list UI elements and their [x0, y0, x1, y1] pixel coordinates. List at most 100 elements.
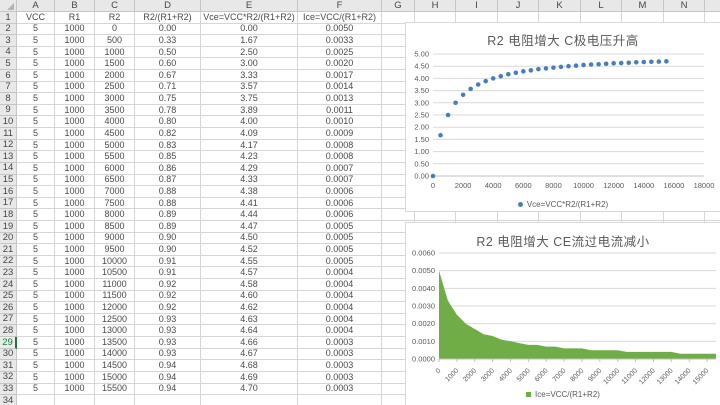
cell-B31[interactable]: 1000: [55, 360, 95, 372]
cell-A33[interactable]: 5: [17, 384, 55, 396]
cell-B6[interactable]: 1000: [55, 70, 95, 82]
cell-B24[interactable]: 1000: [55, 279, 95, 291]
cell-E31[interactable]: 4.68: [201, 360, 298, 372]
cell-C12[interactable]: 5000: [95, 140, 135, 152]
cell-C24[interactable]: 11000: [95, 279, 135, 291]
cell-B2[interactable]: 1000: [55, 24, 95, 36]
column-header-N[interactable]: N: [664, 0, 705, 12]
cell-F4[interactable]: 0.0025: [298, 47, 382, 59]
cell-E16[interactable]: 4.38: [201, 186, 298, 198]
cell-C7[interactable]: 2500: [95, 82, 135, 94]
cell-D25[interactable]: 0.92: [135, 291, 201, 303]
cell-D29[interactable]: 0.93: [135, 337, 201, 349]
cell-D19[interactable]: 0.89: [135, 221, 201, 233]
cell-C2[interactable]: 0: [95, 24, 135, 36]
row-header-33[interactable]: 33: [0, 384, 17, 396]
cell-C29[interactable]: 13500: [95, 337, 135, 349]
cell-F25[interactable]: 0.0004: [298, 291, 382, 303]
cell-F6[interactable]: 0.0017: [298, 70, 382, 82]
cell-A30[interactable]: 5: [17, 349, 55, 361]
row-header-30[interactable]: 30: [0, 349, 17, 361]
cell-A25[interactable]: 5: [17, 291, 55, 303]
cell-A12[interactable]: 5: [17, 140, 55, 152]
cell-E33[interactable]: 4.70: [201, 384, 298, 396]
cell-D22[interactable]: 0.91: [135, 256, 201, 268]
cell-A2[interactable]: 5: [17, 24, 55, 36]
cell-A5[interactable]: 5: [17, 58, 55, 70]
cell-D18[interactable]: 0.89: [135, 209, 201, 221]
cell-D28[interactable]: 0.93: [135, 325, 201, 337]
cell-E29[interactable]: 4.66: [201, 337, 298, 349]
cell-F27[interactable]: 0.0004: [298, 314, 382, 326]
column-header-A[interactable]: A: [17, 0, 55, 12]
cell-F26[interactable]: 0.0004: [298, 302, 382, 314]
cell-A1[interactable]: VCC: [17, 12, 55, 24]
cell-E25[interactable]: 4.60: [201, 291, 298, 303]
cell-F19[interactable]: 0.0005: [298, 221, 382, 233]
column-header-K[interactable]: K: [539, 0, 581, 12]
cell-A24[interactable]: 5: [17, 279, 55, 291]
cell-F7[interactable]: 0.0014: [298, 82, 382, 94]
row-header-17[interactable]: 17: [0, 198, 17, 210]
row-header-2[interactable]: 2: [0, 24, 17, 36]
cell-A19[interactable]: 5: [17, 221, 55, 233]
cell-D16[interactable]: 0.88: [135, 186, 201, 198]
cell-E18[interactable]: 4.44: [201, 209, 298, 221]
cell-F18[interactable]: 0.0006: [298, 209, 382, 221]
cell-E20[interactable]: 4.50: [201, 233, 298, 245]
cell-D33[interactable]: 0.94: [135, 384, 201, 396]
cell-E5[interactable]: 3.00: [201, 58, 298, 70]
cell-F23[interactable]: 0.0004: [298, 267, 382, 279]
cell-A28[interactable]: 5: [17, 325, 55, 337]
row-header-10[interactable]: 10: [0, 116, 17, 128]
cell-B14[interactable]: 1000: [55, 163, 95, 175]
cell-F21[interactable]: 0.0005: [298, 244, 382, 256]
cell-E21[interactable]: 4.52: [201, 244, 298, 256]
row-header-19[interactable]: 19: [0, 221, 17, 233]
cell-C31[interactable]: 14500: [95, 360, 135, 372]
row-header-5[interactable]: 5: [0, 58, 17, 70]
cell-B12[interactable]: 1000: [55, 140, 95, 152]
cell-D23[interactable]: 0.91: [135, 267, 201, 279]
cell-C16[interactable]: 7000: [95, 186, 135, 198]
cell-A15[interactable]: 5: [17, 175, 55, 187]
cell-E11[interactable]: 4.09: [201, 128, 298, 140]
cell-B28[interactable]: 1000: [55, 325, 95, 337]
cell-C30[interactable]: 14000: [95, 349, 135, 361]
row-header-11[interactable]: 11: [0, 128, 17, 140]
cell-B26[interactable]: 1000: [55, 302, 95, 314]
ice-chart-card[interactable]: R2 电阻增大 CE流过电流减小 0.00000.00100.00200.003…: [405, 222, 720, 405]
cell-A10[interactable]: 5: [17, 116, 55, 128]
column-header-J[interactable]: J: [498, 0, 539, 12]
cell-E28[interactable]: 4.64: [201, 325, 298, 337]
cell-C13[interactable]: 5500: [95, 151, 135, 163]
cell-E19[interactable]: 4.47: [201, 221, 298, 233]
cell-B21[interactable]: 1000: [55, 244, 95, 256]
cell-F30[interactable]: 0.0003: [298, 349, 382, 361]
cell-F14[interactable]: 0.0007: [298, 163, 382, 175]
cell-F11[interactable]: 0.0009: [298, 128, 382, 140]
cell-A4[interactable]: 5: [17, 47, 55, 59]
cell-A32[interactable]: 5: [17, 372, 55, 384]
cell-D17[interactable]: 0.88: [135, 198, 201, 210]
cell-C14[interactable]: 6000: [95, 163, 135, 175]
cell-F10[interactable]: 0.0010: [298, 116, 382, 128]
cell-D14[interactable]: 0.86: [135, 163, 201, 175]
row-header-28[interactable]: 28: [0, 325, 17, 337]
cell-D1[interactable]: R2/(R1+R2): [135, 12, 201, 24]
cell-A26[interactable]: 5: [17, 302, 55, 314]
cell-E10[interactable]: 4.00: [201, 116, 298, 128]
cell-F17[interactable]: 0.0006: [298, 198, 382, 210]
cell-D3[interactable]: 0.33: [135, 35, 201, 47]
cell-E7[interactable]: 3.57: [201, 82, 298, 94]
cell-A14[interactable]: 5: [17, 163, 55, 175]
cell-C5[interactable]: 1500: [95, 58, 135, 70]
cell-C27[interactable]: 12500: [95, 314, 135, 326]
cell-E26[interactable]: 4.62: [201, 302, 298, 314]
cell-B30[interactable]: 1000: [55, 349, 95, 361]
cell-C15[interactable]: 6500: [95, 175, 135, 187]
column-header-L[interactable]: L: [581, 0, 622, 12]
row-header-14[interactable]: 14: [0, 163, 17, 175]
row-header-21[interactable]: 21: [0, 244, 17, 256]
cell-E3[interactable]: 1.67: [201, 35, 298, 47]
